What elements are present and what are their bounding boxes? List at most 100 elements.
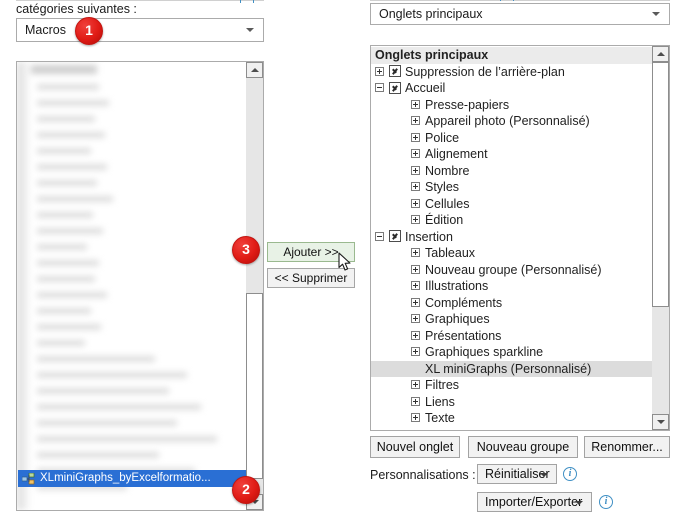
expand-icon[interactable] <box>411 198 420 208</box>
selected-macro-item[interactable]: XLminiGraphs_byExcelformatio... <box>18 470 246 487</box>
triangle-up-icon <box>250 68 259 72</box>
info-icon-import-export[interactable]: i <box>599 495 613 509</box>
rename-button[interactable]: Renommer... <box>584 436 670 458</box>
ribbon-tree-rows: Onglets principaux Suppression de l’arriè… <box>371 46 652 430</box>
tree-row-label: Texte <box>425 411 455 425</box>
tree-row-label: Styles <box>425 180 460 194</box>
tree-row-label: Filtres <box>425 378 460 392</box>
commands-list-scrollbar[interactable] <box>246 62 263 510</box>
expand-icon[interactable] <box>411 132 420 142</box>
tree-row[interactable]: Illustrations <box>371 278 652 295</box>
tree-row[interactable]: Nouveau groupe (Personnalisé) <box>371 262 652 279</box>
tree-row[interactable]: Cellules <box>371 196 652 213</box>
tree-row[interactable]: Présentations <box>371 328 652 345</box>
right-top-divider <box>370 0 670 1</box>
info-icon-left[interactable] <box>240 0 254 3</box>
remove-button-label: << Supprimer <box>274 271 348 285</box>
tree-row-label: Nombre <box>425 163 470 178</box>
tree-row-label: Presse-papiers <box>425 97 510 112</box>
step-badge-1: 1 <box>75 17 103 45</box>
collapse-icon[interactable] <box>375 231 384 241</box>
expand-icon[interactable] <box>375 66 384 76</box>
expand-icon[interactable] <box>411 116 420 125</box>
expand-icon[interactable] <box>411 215 420 224</box>
tree-scroll-track-lower[interactable] <box>652 307 669 414</box>
triangle-down-icon <box>656 420 665 424</box>
checkbox-checked[interactable] <box>389 81 401 94</box>
tree-row-label: Insertion <box>405 229 453 244</box>
tree-row[interactable]: Accueil <box>371 80 652 97</box>
expand-icon[interactable] <box>411 182 420 191</box>
tree-row[interactable]: Filtres <box>371 377 652 394</box>
ribbon-tree[interactable]: Onglets principaux Suppression de l’arriè… <box>370 45 670 431</box>
tree-row-label: Compléments <box>425 295 503 310</box>
tree-row[interactable]: Alignement <box>371 146 652 163</box>
tree-row[interactable]: Police <box>371 130 652 147</box>
tree-row[interactable]: Suppression de l’arrière-plan <box>371 64 652 81</box>
rename-button-label: Renommer... <box>591 440 663 454</box>
tree-header-row[interactable]: Onglets principaux <box>371 47 652 64</box>
tree-row[interactable]: Texte <box>371 410 652 427</box>
tree-row-clipped[interactable] <box>371 427 652 430</box>
import-export-dropdown-button[interactable]: Importer/Exporter <box>477 492 592 512</box>
expand-icon[interactable] <box>411 314 420 323</box>
category-combo[interactable]: Macros <box>16 18 264 42</box>
info-icon-reset[interactable]: i <box>563 467 577 481</box>
expand-icon[interactable] <box>411 396 420 406</box>
ribbon-tree-scrollbar[interactable] <box>652 46 669 430</box>
categories-label: catégories suivantes : <box>16 2 137 16</box>
tree-scroll-thumb[interactable] <box>652 62 669 307</box>
tree-row[interactable]: Édition <box>371 212 652 229</box>
tree-scroll-up-button[interactable] <box>652 46 669 62</box>
expand-icon[interactable] <box>411 165 420 175</box>
expand-icon[interactable] <box>411 297 420 307</box>
tree-scroll-down-button[interactable] <box>652 414 669 430</box>
tree-row[interactable]: XL miniGraphs (Personnalisé) <box>371 360 652 377</box>
tree-row-label: Alignement <box>425 147 488 161</box>
left-top-divider <box>16 0 264 1</box>
expand-icon[interactable] <box>411 149 420 158</box>
tree-row[interactable]: Styles <box>371 179 652 196</box>
tree-row-label: Présentations <box>425 328 502 343</box>
tree-row[interactable]: Insertion <box>371 229 652 246</box>
tree-row[interactable]: Nombre <box>371 163 652 180</box>
tree-row-label: Accueil <box>405 81 446 95</box>
expand-icon[interactable] <box>411 281 420 290</box>
commands-list[interactable]: XLminiGraphs_byExcelformatio... <box>16 61 264 511</box>
checkbox-checked[interactable] <box>389 65 401 77</box>
new-tab-button[interactable]: Nouvel onglet <box>370 436 460 458</box>
expand-icon[interactable] <box>411 99 420 109</box>
expand-icon[interactable] <box>411 248 420 257</box>
tree-row[interactable]: Tableaux <box>371 245 652 262</box>
tree-row-label: Liens <box>425 394 455 409</box>
tabs-combo[interactable]: Onglets principaux <box>370 3 670 25</box>
scroll-thumb[interactable] <box>246 293 263 479</box>
expand-icon[interactable] <box>411 347 420 356</box>
tree-row[interactable]: Compléments <box>371 295 652 312</box>
tree-row-label: Tableaux <box>425 246 476 260</box>
expand-icon[interactable] <box>411 330 420 340</box>
new-group-button[interactable]: Nouveau groupe <box>468 436 578 458</box>
tree-row-label: Police <box>425 130 460 145</box>
tree-row-label: Appareil photo (Personnalisé) <box>425 114 590 128</box>
expand-icon[interactable] <box>411 413 420 422</box>
scroll-up-button[interactable] <box>246 62 263 78</box>
tree-row-label: Onglets principaux <box>375 48 489 62</box>
expand-icon[interactable] <box>411 429 420 430</box>
expand-icon[interactable] <box>411 264 420 274</box>
tree-row[interactable]: Presse-papiers <box>371 97 652 114</box>
tree-row[interactable]: Appareil photo (Personnalisé) <box>371 113 652 130</box>
expand-icon[interactable] <box>411 380 420 389</box>
tree-row-label: Graphiques sparkline <box>425 345 544 359</box>
tree-row[interactable]: Graphiques <box>371 311 652 328</box>
reset-dropdown-button[interactable]: Réinitialiser <box>477 464 557 484</box>
info-icon-right[interactable] <box>500 0 514 1</box>
step-badge-3: 3 <box>232 236 260 264</box>
checkbox-checked[interactable] <box>389 230 401 242</box>
tree-row[interactable]: Liens <box>371 394 652 411</box>
tree-row-label: XL miniGraphs (Personnalisé) <box>425 361 592 376</box>
step-badge-2: 2 <box>232 476 260 504</box>
tree-row[interactable]: Graphiques sparkline <box>371 344 652 361</box>
mouse-pointer-icon <box>338 252 351 271</box>
collapse-icon[interactable] <box>375 83 384 92</box>
